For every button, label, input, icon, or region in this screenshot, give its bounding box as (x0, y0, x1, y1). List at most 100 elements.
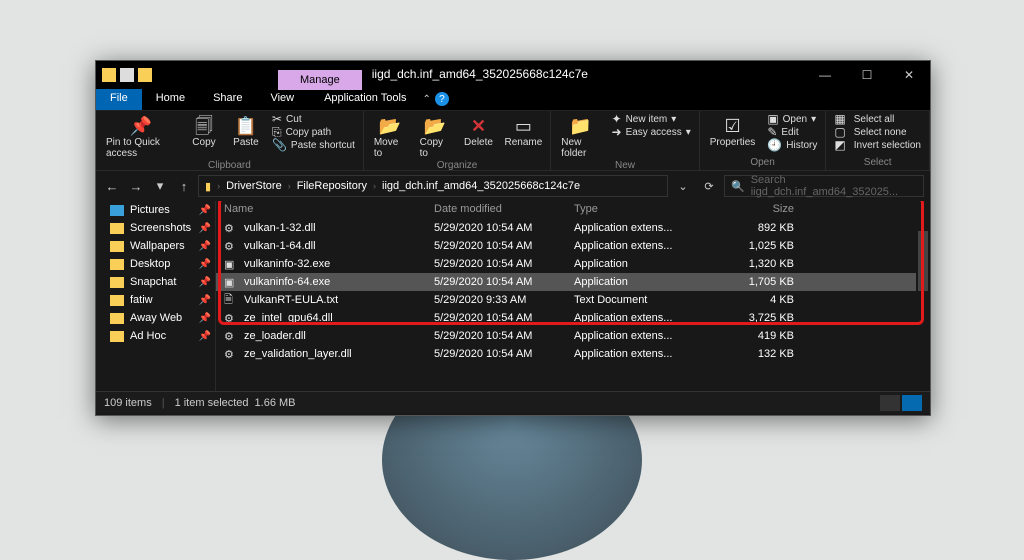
file-name: vulkan-1-64.dll (244, 240, 434, 252)
file-row[interactable]: ▣vulkaninfo-32.exe5/29/2020 10:54 AMAppl… (216, 255, 930, 273)
manage-contextual-tab[interactable]: Manage (278, 70, 362, 90)
file-row[interactable]: ⚙ze_validation_layer.dll5/29/2020 10:54 … (216, 345, 930, 363)
file-date: 5/29/2020 10:54 AM (434, 258, 574, 270)
file-type: Application (574, 276, 714, 288)
file-row[interactable]: ⚙vulkan-1-64.dll5/29/2020 10:54 AMApplic… (216, 237, 930, 255)
breadcrumb-part[interactable]: FileRepository (297, 180, 367, 192)
qat-icon[interactable] (120, 68, 134, 82)
scrollbar-thumb[interactable] (918, 231, 928, 291)
invert-selection-button[interactable]: ◩Invert selection (830, 139, 925, 152)
group-label: Organize (368, 159, 546, 173)
file-type: Application (574, 258, 714, 270)
file-row[interactable]: ⚙ze_loader.dll5/29/2020 10:54 AMApplicat… (216, 327, 930, 345)
forward-button[interactable]: → (126, 179, 146, 194)
sidebar-item[interactable]: Screenshots 📌 (96, 219, 215, 237)
shortcut-icon: 📎 (272, 140, 287, 151)
minimize-button[interactable]: — (804, 61, 846, 89)
new-item-icon: ✦ (612, 114, 622, 125)
sidebar[interactable]: Pictures📌Screenshots📌Wallpapers📌Desktop📌… (96, 201, 216, 391)
pin-to-quick-access-button[interactable]: 📌Pin to Quick access (100, 111, 182, 159)
paste-shortcut-button[interactable]: 📎Paste shortcut (268, 139, 359, 152)
invert-icon: ◩ (834, 140, 845, 151)
details-view-button[interactable] (880, 395, 900, 411)
move-to-button[interactable]: 📂Move to (368, 111, 412, 159)
file-icon: ⚙ (224, 348, 238, 361)
file-date: 5/29/2020 9:33 AM (434, 294, 574, 306)
sidebar-item[interactable]: Desktop📌 (96, 255, 215, 273)
file-type: Application extens... (574, 312, 714, 324)
file-date: 5/29/2020 10:54 AM (434, 240, 574, 252)
file-row[interactable]: ⚙vulkan-1-32.dll5/29/2020 10:54 AMApplic… (216, 219, 930, 237)
help-icon[interactable]: ? (435, 92, 449, 106)
sidebar-item[interactable]: Pictures📌 (96, 201, 215, 219)
history-button[interactable]: 🕘History (763, 139, 821, 152)
select-none-icon: ▢ (834, 127, 845, 138)
file-row[interactable]: 🗎VulkanRT-EULA.txt5/29/2020 9:33 AMText … (216, 291, 930, 309)
tab-file[interactable]: File (96, 89, 142, 110)
folder-icon (102, 68, 116, 82)
delete-button[interactable]: ✕Delete (458, 111, 498, 148)
group-label: Select (830, 156, 925, 170)
collapse-ribbon-icon[interactable]: ⌃ (422, 94, 430, 105)
sidebar-item[interactable]: fatiw📌 (96, 291, 215, 309)
file-name: ze_validation_layer.dll (244, 348, 434, 360)
close-button[interactable]: ✕ (888, 61, 930, 89)
file-date: 5/29/2020 10:54 AM (434, 222, 574, 234)
properties-button[interactable]: ☑Properties (704, 111, 762, 148)
sidebar-item[interactable]: Ad Hoc📌 (96, 327, 215, 345)
rename-button[interactable]: ▭Rename (500, 111, 546, 148)
group-label: New (555, 159, 694, 173)
file-icon: 🗎 (224, 291, 238, 310)
copy-button[interactable]: 🗐Copy (184, 111, 224, 148)
file-date: 5/29/2020 10:54 AM (434, 330, 574, 342)
thumbnails-view-button[interactable] (902, 395, 922, 411)
breadcrumb-part[interactable]: iigd_dch.inf_amd64_352025668c124c7e (382, 180, 580, 192)
search-input[interactable]: 🔍 Search iigd_dch.inf_amd64_352025... (724, 175, 924, 197)
pin-icon: 📌 (199, 223, 211, 234)
col-size[interactable]: Size (714, 203, 794, 215)
file-date: 5/29/2020 10:54 AM (434, 312, 574, 324)
col-name[interactable]: Name (224, 203, 434, 215)
breadcrumb[interactable]: ▮ › DriverStore › FileRepository › iigd_… (198, 175, 668, 197)
qat-icon[interactable] (138, 68, 152, 82)
col-date[interactable]: Date modified (434, 203, 574, 215)
breadcrumb-part[interactable]: DriverStore (226, 180, 282, 192)
file-type: Application extens... (574, 330, 714, 342)
paste-button[interactable]: 📋Paste (226, 111, 266, 148)
sidebar-item[interactable]: Snapchat📌 (96, 273, 215, 291)
new-folder-icon: 📁 (569, 115, 591, 137)
file-row[interactable]: ▣vulkaninfo-64.exe5/29/2020 10:54 AMAppl… (216, 273, 930, 291)
folder-icon (110, 295, 124, 306)
easy-access-button[interactable]: ➜Easy access ▾ (608, 126, 695, 139)
sidebar-item[interactable]: Wallpapers📌 (96, 237, 215, 255)
sidebar-item[interactable]: Away Web📌 (96, 309, 215, 327)
breadcrumb-dropdown-icon[interactable]: ⌄ (672, 180, 694, 193)
file-row[interactable]: ⚙ze_intel_gpu64.dll5/29/2020 10:54 AMApp… (216, 309, 930, 327)
column-headers[interactable]: Name Date modified Type Size (216, 201, 930, 219)
file-icon: ⚙ (224, 312, 238, 325)
group-label: Open (704, 156, 822, 170)
titlebar[interactable]: Manage iigd_dch.inf_amd64_352025668c124c… (96, 61, 930, 89)
tab-application-tools[interactable]: Application Tools (308, 89, 422, 110)
quick-access-toolbar[interactable] (96, 61, 158, 89)
tab-share[interactable]: Share (199, 89, 256, 110)
up-button[interactable]: ↑ (174, 179, 194, 194)
maximize-button[interactable]: ☐ (846, 61, 888, 89)
refresh-button[interactable]: ⟳ (698, 180, 720, 193)
recent-button[interactable]: ▾ (150, 178, 170, 194)
back-button[interactable]: ← (102, 179, 122, 194)
ribbon-tabs: File Home Share View Application Tools ⌃… (96, 89, 930, 111)
pin-icon: 📌 (199, 241, 211, 252)
scrollbar[interactable] (916, 201, 930, 391)
tab-home[interactable]: Home (142, 89, 199, 110)
window-title: iigd_dch.inf_amd64_352025668c124c7e (362, 61, 804, 89)
copy-to-button[interactable]: 📂Copy to (414, 111, 457, 159)
tab-view[interactable]: View (256, 89, 308, 110)
new-folder-button[interactable]: 📁New folder (555, 111, 605, 159)
sidebar-item-label: Screenshots (130, 222, 191, 234)
col-type[interactable]: Type (574, 203, 714, 215)
sidebar-item-label: Away Web (130, 312, 182, 324)
file-type: Application extens... (574, 348, 714, 360)
file-name: vulkaninfo-64.exe (244, 276, 434, 288)
pin-icon: 📌 (199, 331, 211, 342)
